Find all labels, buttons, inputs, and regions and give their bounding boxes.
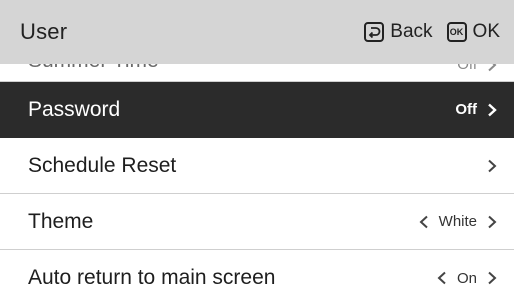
return-arrow-icon bbox=[364, 22, 385, 42]
menu-item-schedule-reset[interactable]: Schedule Reset bbox=[0, 138, 514, 194]
menu-item-right: Off bbox=[455, 101, 498, 118]
menu-item-value: White bbox=[438, 213, 477, 230]
chevron-right-icon[interactable] bbox=[486, 215, 498, 229]
chevron-left-icon[interactable] bbox=[436, 271, 448, 285]
menu-item-label: Password bbox=[28, 97, 121, 121]
menu-item-theme[interactable]: Theme White bbox=[0, 194, 514, 250]
chevron-right-icon bbox=[486, 159, 498, 173]
header-actions: Back OK OK bbox=[364, 21, 500, 43]
menu-item-label: Auto return to main screen bbox=[28, 266, 276, 289]
menu-item-label: Schedule Reset bbox=[28, 153, 177, 177]
chevron-right-icon[interactable] bbox=[486, 271, 498, 285]
chevron-left-icon[interactable] bbox=[418, 215, 430, 229]
page-title: User bbox=[20, 19, 68, 44]
header-bar: User Back OK OK bbox=[0, 0, 514, 64]
menu-item-right: On bbox=[436, 270, 498, 287]
menu-item-right: White bbox=[418, 213, 498, 230]
menu-item-auto-return[interactable]: Auto return to main screen On bbox=[0, 250, 514, 296]
back-button[interactable]: Back bbox=[364, 21, 433, 43]
menu-item-password[interactable]: Password Off bbox=[0, 82, 514, 138]
ok-key-icon: OK bbox=[446, 22, 467, 42]
back-label: Back bbox=[390, 21, 433, 42]
menu-item-label: Theme bbox=[28, 209, 94, 233]
screen: Summer Time Off Password Off Schedule Re… bbox=[0, 0, 514, 296]
chevron-right-icon bbox=[486, 103, 498, 117]
menu-item-value: Off bbox=[455, 101, 477, 118]
ok-label: OK bbox=[472, 21, 500, 42]
ok-button[interactable]: OK OK bbox=[446, 21, 500, 43]
menu-item-value: On bbox=[456, 269, 477, 287]
menu-item-right bbox=[477, 159, 498, 173]
